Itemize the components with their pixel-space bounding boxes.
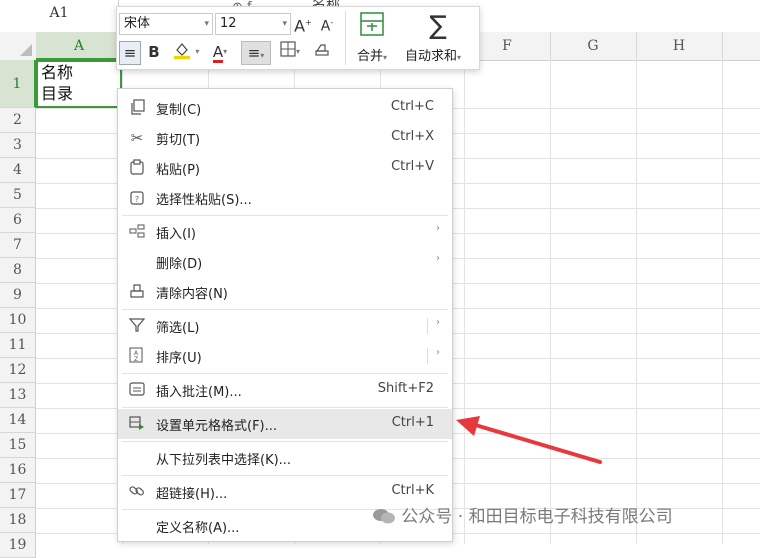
autosum-label: 自动求和: [405, 49, 458, 64]
svg-text:?: ?: [135, 195, 139, 204]
chevron-down-icon: ▾: [204, 19, 209, 29]
format-cells-icon: [128, 415, 146, 433]
row-header-6[interactable]: 6: [0, 208, 36, 233]
clear-format-icon[interactable]: [311, 41, 333, 63]
menu-item-insert[interactable]: 插入(I) ›: [118, 217, 452, 247]
sort-icon: AZ: [128, 347, 146, 365]
column-header-h[interactable]: H: [636, 32, 723, 60]
row-header-1[interactable]: 1: [0, 60, 36, 108]
row-header-2[interactable]: 2: [0, 108, 36, 133]
chevron-right-icon: ›: [436, 223, 440, 234]
row-header-8[interactable]: 8: [0, 258, 36, 283]
link-icon: [128, 483, 146, 501]
scissors-icon: ✂: [130, 129, 144, 147]
bold-icon[interactable]: B: [145, 41, 163, 63]
font-name-value: 宋体: [124, 16, 151, 31]
watermark: 公众号 · 和田目标电子科技有限公司: [372, 502, 673, 527]
fill-color-icon[interactable]: ▾: [171, 41, 201, 65]
font-color-icon[interactable]: A▾: [205, 41, 235, 63]
menu-item-copy[interactable]: 复制(C) Ctrl+C: [118, 93, 452, 123]
decrease-font-icon[interactable]: A-: [317, 12, 337, 38]
wechat-icon: [373, 509, 395, 524]
row-header-18[interactable]: 18: [0, 508, 36, 533]
comment-icon: [128, 381, 146, 399]
cell-a1-line1: 名称: [41, 63, 74, 82]
copy-icon: [128, 99, 146, 117]
row-header-15[interactable]: 15: [0, 433, 36, 458]
merge-label: 合并: [357, 49, 384, 64]
increase-font-icon[interactable]: A+: [293, 12, 313, 37]
menu-item-delete[interactable]: 删除(D) ›: [118, 247, 452, 277]
row-header-16[interactable]: 16: [0, 458, 36, 483]
column-header-a[interactable]: A: [36, 32, 123, 60]
autosum-button[interactable]: 自动求和▾: [405, 45, 461, 64]
row-header-4[interactable]: 4: [0, 158, 36, 183]
cell-a1-line2: 目录: [41, 84, 74, 103]
name-box[interactable]: A1: [0, 0, 119, 26]
row-header-13[interactable]: 13: [0, 383, 36, 408]
menu-item-sort[interactable]: AZ 排序(U) ›: [118, 341, 452, 371]
column-header-g[interactable]: G: [550, 32, 637, 60]
row-header-11[interactable]: 11: [0, 333, 36, 358]
watermark-text: 公众号 · 和田目标电子科技有限公司: [401, 507, 673, 527]
menu-item-pick-from-list[interactable]: 从下拉列表中选择(K)...: [118, 443, 452, 473]
border-icon[interactable]: ▾: [275, 41, 305, 63]
chevron-right-icon: ›: [436, 347, 440, 358]
row-header-14[interactable]: 14: [0, 408, 36, 433]
merge-button[interactable]: 合并▾: [357, 45, 387, 64]
row-header-10[interactable]: 10: [0, 308, 36, 333]
select-all-corner[interactable]: [0, 32, 37, 60]
filter-icon: [128, 317, 146, 335]
menu-item-cut[interactable]: ✂ 剪切(T) Ctrl+X: [118, 123, 452, 153]
menu-item-insert-comment[interactable]: 插入批注(M)... Shift+F2: [118, 375, 452, 405]
mini-toolbar: 宋体 ▾ 12 ▾ A+ A- ≡ B ▾ A▾ ≡▾ ▾ 合并▾ ∑ 自动求和…: [116, 6, 480, 70]
font-name-select[interactable]: 宋体 ▾: [119, 13, 213, 35]
sigma-icon[interactable]: ∑: [423, 11, 453, 41]
paste-special-icon: ?: [128, 189, 146, 207]
svg-text:Z: Z: [134, 356, 138, 363]
eraser-icon: [128, 283, 146, 301]
insert-icon: [128, 223, 146, 241]
annotation-arrow-icon: [456, 416, 602, 464]
font-size-select[interactable]: 12 ▾: [215, 13, 291, 35]
row-header-5[interactable]: 5: [0, 183, 36, 208]
clipboard-icon: [128, 159, 146, 177]
menu-item-paste[interactable]: 粘贴(P) Ctrl+V: [118, 153, 452, 183]
font-size-value: 12: [220, 16, 237, 31]
format-painter-icon[interactable]: ≡: [119, 41, 141, 65]
chevron-right-icon: ›: [436, 253, 440, 264]
menu-item-paste-special[interactable]: ? 选择性粘贴(S)...: [118, 183, 452, 213]
chevron-right-icon: ›: [436, 317, 440, 328]
menu-item-filter[interactable]: 筛选(L) ›: [118, 311, 452, 341]
row-header-17[interactable]: 17: [0, 483, 36, 508]
row-header-9[interactable]: 9: [0, 283, 36, 308]
row-header-12[interactable]: 12: [0, 358, 36, 383]
context-menu: 复制(C) Ctrl+C ✂ 剪切(T) Ctrl+X 粘贴(P) Ctrl+V…: [117, 88, 453, 542]
row-header-7[interactable]: 7: [0, 233, 36, 258]
menu-item-format-cells[interactable]: 设置单元格格式(F)... Ctrl+1: [118, 409, 452, 439]
merge-cells-icon[interactable]: [357, 11, 387, 43]
align-center-icon[interactable]: ≡▾: [241, 41, 271, 65]
row-header-19[interactable]: 19: [0, 533, 36, 558]
row-header-3[interactable]: 3: [0, 133, 36, 158]
menu-item-clear-contents[interactable]: 清除内容(N): [118, 277, 452, 307]
chevron-down-icon: ▾: [282, 19, 287, 29]
cell-a1[interactable]: 名称 目录: [36, 60, 122, 108]
